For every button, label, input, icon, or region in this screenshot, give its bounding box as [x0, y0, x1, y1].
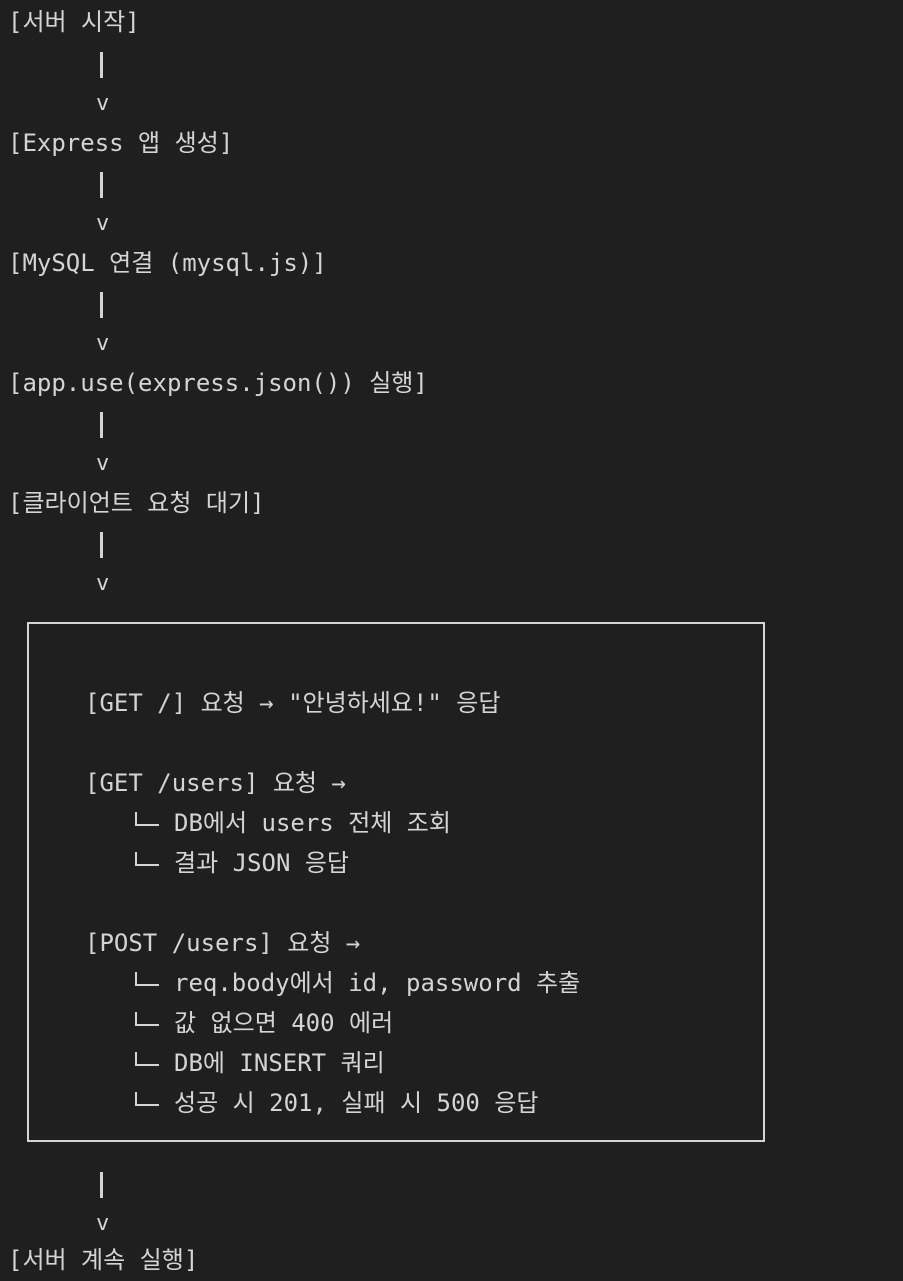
flow-arrow: v — [96, 91, 110, 116]
branch-connector — [135, 1012, 159, 1026]
step-wait-request: [클라이언트 요청 대기] — [8, 489, 265, 517]
route-detail: 성공 시 201, 실패 시 500 응답 — [174, 1089, 539, 1117]
step-app-use-json: [app.use(express.json()) 실행] — [8, 369, 428, 397]
route-post-users: [POST /users] 요청 → — [85, 929, 361, 957]
flow-arrow: v — [96, 211, 110, 236]
route-detail: DB에서 users 전체 조회 — [174, 809, 451, 837]
flow-connector — [100, 532, 103, 558]
route-detail: 값 없으면 400 에러 — [174, 1009, 394, 1037]
route-get-users: [GET /users] 요청 → — [85, 769, 346, 797]
step-server-start: [서버 시작] — [8, 8, 140, 36]
route-detail: DB에 INSERT 쿼리 — [174, 1049, 385, 1077]
branch-connector — [135, 972, 159, 986]
branch-connector — [135, 1092, 159, 1106]
branch-connector — [135, 812, 159, 826]
flow-arrow: v — [96, 331, 110, 356]
branch-connector — [135, 852, 159, 866]
step-mysql-connect: [MySQL 연결 (mysql.js)] — [8, 249, 327, 277]
route-detail: req.body에서 id, password 추출 — [174, 969, 581, 997]
flow-connector — [100, 292, 103, 318]
flow-arrow: v — [96, 571, 110, 596]
flow-arrow: v — [96, 1211, 110, 1236]
flow-connector — [100, 1172, 103, 1198]
branch-connector — [135, 1052, 159, 1066]
flow-arrow: v — [96, 451, 110, 476]
flow-connector — [100, 172, 103, 198]
route-get-root: [GET /] 요청 → "안녕하세요!" 응답 — [85, 689, 501, 717]
route-detail: 결과 JSON 응답 — [174, 849, 350, 877]
step-server-continue: [서버 계속 실행] — [8, 1246, 199, 1274]
flow-connector — [100, 52, 103, 78]
step-express-app: [Express 앱 생성] — [8, 129, 234, 157]
flow-connector — [100, 412, 103, 438]
